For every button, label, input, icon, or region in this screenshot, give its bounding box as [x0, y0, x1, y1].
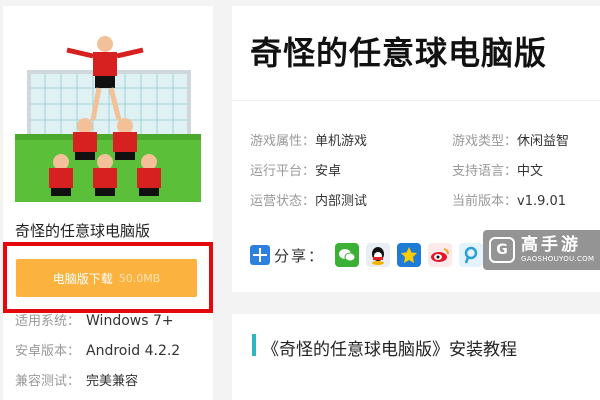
info-value: 完美兼容 [86, 374, 139, 389]
download-label: 电脑版下载 [52, 271, 113, 286]
page-title: 奇怪的任意球电脑版 [250, 34, 548, 72]
highlight-frame: 电脑版下载 50.0MB [3, 242, 213, 313]
tutorial-title[interactable]: 《奇怪的任意球电脑版》安装教程 [262, 335, 517, 360]
attr-label: 游戏类型： [452, 134, 518, 149]
site-watermark: G 高手游 GAOSHOUYOU.COM [483, 230, 600, 270]
qzone-icon[interactable] [397, 243, 422, 267]
attr-language: 支持语言：中文 [452, 160, 543, 179]
attr-label: 运营状态： [250, 194, 316, 209]
divider [232, 100, 600, 101]
tencent-weibo-icon[interactable] [459, 243, 484, 267]
qq-icon[interactable] [366, 243, 391, 267]
pc-download-button[interactable]: 电脑版下载 50.0MB [16, 259, 197, 297]
attr-platform: 运行平台：安卓 [250, 160, 341, 179]
game-name: 奇怪的任意球电脑版 [15, 222, 151, 240]
info-system: 适用系统： Windows 7+ [15, 310, 174, 329]
watermark-url: GAOSHOUYOU.COM [521, 255, 595, 263]
share-plus-icon[interactable] [250, 245, 270, 265]
info-label: 适用系统： [15, 314, 81, 329]
attr-value: v1.9.01 [517, 194, 567, 209]
info-label: 安卓版本： [15, 344, 81, 359]
info-label: 兼容测试： [15, 374, 81, 389]
info-value: Android 4.2.2 [86, 343, 181, 359]
attr-game-property: 游戏属性：单机游戏 [250, 130, 367, 149]
attr-value: 内部测试 [315, 194, 368, 209]
attr-label: 游戏属性： [250, 134, 316, 149]
site-logo-icon: G [489, 237, 515, 263]
attr-value: 安卓 [315, 164, 342, 179]
attr-game-type: 游戏类型：休闲益智 [452, 130, 569, 149]
tutorial-card: 《奇怪的任意球电脑版》安装教程 [232, 314, 600, 400]
attr-value: 中文 [517, 164, 544, 179]
attr-value: 休闲益智 [517, 134, 570, 149]
download-size: 50.0MB [118, 271, 161, 285]
game-sidebar-card: 奇怪的任意球电脑版 电脑版下载 50.0MB 适用系统： Windows 7+ 安… [3, 6, 213, 400]
attr-version: 当前版本：v1.9.01 [452, 190, 566, 209]
share-bar: 分享： [250, 242, 484, 268]
watermark-name: 高手游 [521, 235, 581, 255]
attr-label: 当前版本： [452, 194, 518, 209]
attr-status: 运营状态：内部测试 [250, 190, 367, 209]
game-cover-image[interactable] [15, 16, 201, 202]
wechat-icon[interactable] [335, 243, 360, 267]
watermark-text: 高手游 GAOSHOUYOU.COM [521, 236, 594, 264]
attr-label: 支持语言： [452, 164, 518, 179]
info-value: Windows 7+ [86, 313, 174, 329]
attr-label: 运行平台： [250, 164, 316, 179]
info-android: 安卓版本： Android 4.2.2 [15, 340, 180, 359]
info-compat: 兼容测试： 完美兼容 [15, 370, 138, 389]
section-accent-bar [252, 334, 256, 356]
attr-value: 单机游戏 [315, 134, 368, 149]
weibo-icon[interactable] [428, 243, 453, 267]
share-icons [335, 243, 484, 267]
share-label: 分享： [274, 246, 326, 265]
